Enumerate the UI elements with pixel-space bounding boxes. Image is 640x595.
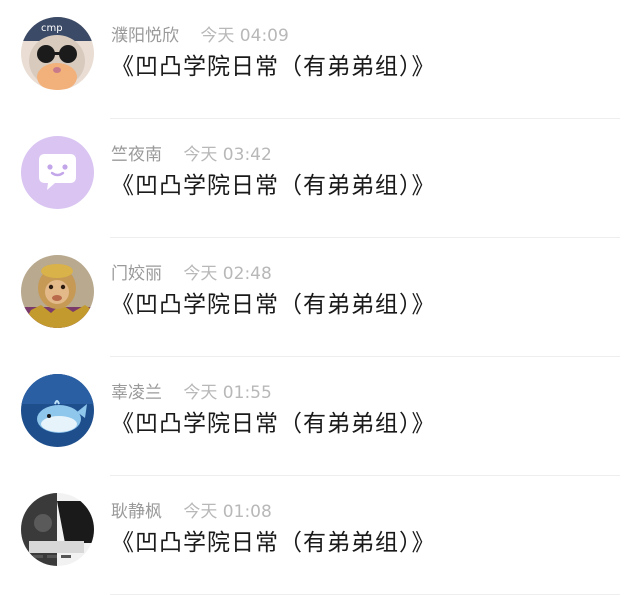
monkey-king-avatar[interactable] [21, 255, 94, 328]
comment-text: 《凹凸学院日常（有弟弟组）》 [111, 54, 436, 80]
photo-icon [21, 493, 94, 566]
whale-icon [21, 374, 94, 447]
comment-text: 《凹凸学院日常（有弟弟组）》 [111, 530, 436, 556]
monkey-face-icon [21, 255, 94, 328]
blue-whale-figurine-avatar[interactable] [21, 374, 94, 447]
comment-meta: 濮阳悦欣 今天 04:09 [111, 24, 289, 48]
username[interactable]: 竺夜南 [111, 145, 162, 165]
purple-chat-bubble-avatar[interactable] [21, 136, 94, 209]
comment-meta: 辜凌兰 今天 01:55 [111, 381, 272, 405]
comment-item[interactable]: 竺夜南 今天 03:42 《凹凸学院日常（有弟弟组）》 [0, 119, 640, 238]
comment-text: 《凹凸学院日常（有弟弟组）》 [111, 292, 436, 318]
dark-photo-avatar[interactable] [21, 493, 94, 566]
username[interactable]: 耿静枫 [111, 502, 162, 522]
comment-text: 《凹凸学院日常（有弟弟组）》 [111, 411, 436, 437]
timestamp: 今天 01:08 [183, 502, 272, 522]
timestamp: 今天 03:42 [183, 145, 272, 165]
comment-meta: 竺夜南 今天 03:42 [111, 143, 272, 167]
chat-bubble-icon [21, 136, 94, 209]
username[interactable]: 濮阳悦欣 [111, 26, 179, 46]
comment-text: 《凹凸学院日常（有弟弟组）》 [111, 173, 436, 199]
timestamp: 今天 01:55 [183, 383, 272, 403]
cat-with-sunglasses-avatar[interactable]: cmp [21, 17, 94, 90]
username[interactable]: 门姣丽 [111, 264, 162, 284]
cat-avatar-icon: cmp [21, 17, 94, 90]
comment-item[interactable]: 辜凌兰 今天 01:55 《凹凸学院日常（有弟弟组）》 [0, 357, 640, 476]
timestamp: 今天 04:09 [200, 26, 289, 46]
comment-item[interactable]: 门姣丽 今天 02:48 《凹凸学院日常（有弟弟组）》 [0, 238, 640, 357]
timestamp: 今天 02:48 [183, 264, 272, 284]
comment-meta: 门姣丽 今天 02:48 [111, 262, 272, 286]
username[interactable]: 辜凌兰 [111, 383, 162, 403]
svg-text:cmp: cmp [41, 23, 63, 34]
comment-item[interactable]: cmp 濮阳悦欣 今天 04:09 《凹凸学院日常（有弟弟组）》 [0, 0, 640, 119]
comment-list: cmp 濮阳悦欣 今天 04:09 《凹凸学院日常（有弟弟组）》 竺夜南 今天 … [0, 0, 640, 595]
comment-meta: 耿静枫 今天 01:08 [111, 500, 272, 524]
comment-item[interactable]: 耿静枫 今天 01:08 《凹凸学院日常（有弟弟组）》 [0, 476, 640, 595]
